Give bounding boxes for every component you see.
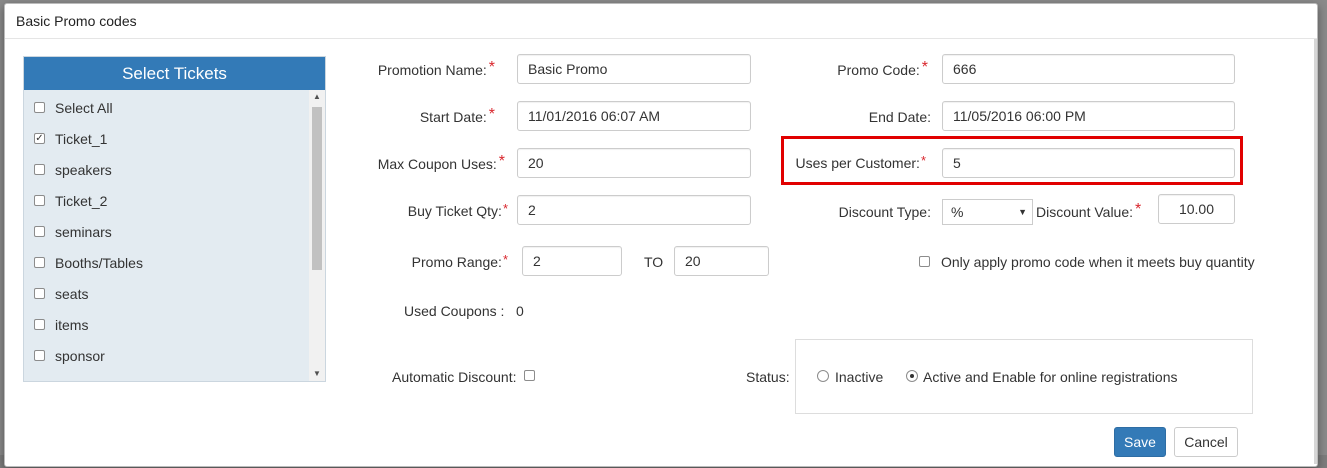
scroll-up-arrow-icon[interactable]: ▲ <box>309 90 325 104</box>
end-date-input[interactable]: 11/05/2016 06:00 PM <box>942 101 1235 131</box>
ticket-label: Booths/Tables <box>55 255 143 271</box>
max-coupon-uses-label: Max Coupon Uses: * <box>377 153 505 172</box>
modal-title: Basic Promo codes <box>16 13 137 29</box>
discount-value-input[interactable]: 10.00 <box>1158 194 1235 224</box>
automatic-discount-checkbox[interactable] <box>524 370 535 381</box>
used-coupons-label: Used Coupons : <box>404 303 505 319</box>
ticket-item-partial[interactable] <box>24 378 308 381</box>
start-date-input[interactable]: 11/01/2016 06:07 AM <box>517 101 751 131</box>
end-date-label: End Date: <box>868 109 931 125</box>
only-apply-checkbox[interactable] <box>919 256 930 267</box>
checkbox[interactable] <box>34 195 45 206</box>
checkbox[interactable] <box>34 257 45 268</box>
status-active-label: Active and Enable for online registratio… <box>923 369 1178 385</box>
buy-ticket-qty-input[interactable]: 2 <box>517 195 751 225</box>
discount-type-label: Discount Type: <box>838 204 931 220</box>
ticket-item-ticket-2[interactable]: Ticket_2 <box>24 192 308 223</box>
checkbox[interactable] <box>34 164 45 175</box>
status-inactive-label: Inactive <box>835 369 884 385</box>
promo-range-to-label: TO <box>644 254 664 270</box>
promo-code-modal: Basic Promo codes Select Tickets Select … <box>4 3 1318 467</box>
ticket-label: Select All <box>55 100 113 116</box>
ticket-label: sponsor <box>55 348 105 364</box>
checkbox[interactable] <box>34 102 45 113</box>
promo-range-to-input[interactable]: 20 <box>674 246 769 276</box>
promo-range-label: Promo Range:* <box>411 252 508 270</box>
discount-value-label: Discount Value: * <box>1036 201 1142 220</box>
highlight-annotation <box>781 136 1243 185</box>
ticket-label: Ticket_1 <box>55 131 108 147</box>
discount-type-select[interactable]: % ▼ <box>942 199 1033 225</box>
ticket-label: seats <box>55 286 89 302</box>
promotion-name-label: Promotion Name: * <box>377 59 495 78</box>
checkbox[interactable] <box>34 319 45 330</box>
status-active-radio[interactable] <box>906 370 918 382</box>
ticket-item-speakers[interactable]: speakers <box>24 161 308 192</box>
status-label: Status: <box>746 369 790 385</box>
ticket-label: speakers <box>55 162 112 178</box>
only-apply-label: Only apply promo code when it meets buy … <box>941 254 1255 270</box>
ticket-item-seminars[interactable]: seminars <box>24 223 308 254</box>
ticket-label: Ticket_2 <box>55 193 108 209</box>
ticket-item-ticket-1[interactable]: ✓ Ticket_1 <box>24 130 308 161</box>
ticket-item-select-all[interactable]: Select All <box>24 99 308 130</box>
select-tickets-header: Select Tickets <box>24 57 325 90</box>
ticket-label: items <box>55 317 89 333</box>
ticket-item-seats[interactable]: seats <box>24 285 308 316</box>
dropdown-arrow-icon: ▼ <box>1018 207 1027 217</box>
modal-scrollbar[interactable] <box>1314 39 1317 464</box>
scroll-down-arrow-icon[interactable]: ▼ <box>309 367 325 381</box>
status-inactive-radio[interactable] <box>817 370 829 382</box>
cancel-button[interactable]: Cancel <box>1174 427 1238 457</box>
ticket-label: seminars <box>55 224 112 240</box>
checkbox[interactable] <box>34 288 45 299</box>
discount-type-value: % <box>951 204 964 220</box>
ticket-list: Select All ✓ Ticket_1 speakers Ticket_2 … <box>24 90 308 381</box>
promo-code-input[interactable]: 666 <box>942 54 1235 84</box>
scroll-thumb[interactable] <box>312 107 322 270</box>
select-tickets-panel: Select Tickets Select All ✓ Ticket_1 spe… <box>23 56 326 382</box>
start-date-label: Start Date: * <box>419 106 495 125</box>
promo-range-from-input[interactable]: 2 <box>522 246 622 276</box>
ticket-list-scrollbar[interactable]: ▲ ▼ <box>309 90 325 381</box>
modal-header: Basic Promo codes <box>5 4 1317 39</box>
ticket-item-items[interactable]: items <box>24 316 308 347</box>
max-coupon-uses-input[interactable]: 20 <box>517 148 751 178</box>
checkbox[interactable] <box>34 226 45 237</box>
promo-code-label: Promo Code: * <box>837 59 928 78</box>
buy-ticket-qty-label: Buy Ticket Qty:* <box>407 201 508 219</box>
used-coupons-value: 0 <box>516 303 524 319</box>
checkbox-checked[interactable]: ✓ <box>34 133 45 144</box>
promotion-name-input[interactable]: Basic Promo <box>517 54 751 84</box>
checkbox[interactable] <box>34 350 45 361</box>
ticket-item-sponsor[interactable]: sponsor <box>24 347 308 378</box>
save-button[interactable]: Save <box>1114 427 1166 457</box>
automatic-discount-label: Automatic Discount: <box>392 369 517 385</box>
ticket-item-booths-tables[interactable]: Booths/Tables <box>24 254 308 285</box>
